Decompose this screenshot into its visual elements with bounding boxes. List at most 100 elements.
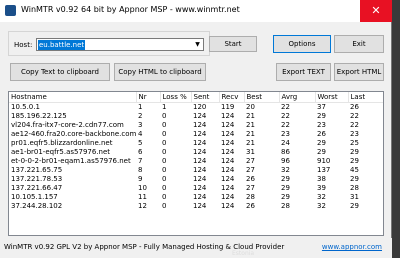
table-cell: 22 [281, 103, 290, 111]
table-cell: 137.221.65.75 [11, 166, 63, 174]
table-cell: 27 [246, 184, 255, 192]
table-cell: 28 [281, 202, 290, 210]
table-cell: 0 [162, 148, 167, 156]
table-cell: 124 [221, 202, 235, 210]
table-cell: 23 [350, 130, 359, 138]
table-row[interactable]: 137.221.65.75 8 0 124 124 27 32 137 45 [9, 166, 383, 175]
table-row[interactable]: 137.221.78.53 9 0 124 124 26 29 38 29 [9, 175, 383, 184]
table-cell: 10.5.0.1 [11, 103, 40, 111]
table-cell: pr01.eqfr5.blizzardonline.net [11, 139, 113, 147]
table-cell: 27 [246, 157, 255, 165]
column-header[interactable]: Hostname [9, 92, 137, 103]
copy-html-button[interactable]: Copy HTML to clipboard [114, 63, 206, 81]
table-cell: 137.221.78.53 [11, 175, 63, 183]
table-cell: 32 [281, 166, 290, 174]
table-cell: 4 [138, 130, 143, 138]
host-combobox[interactable]: eu.battle.net ▼ [36, 38, 204, 51]
table-cell: 7 [138, 157, 143, 165]
table-cell: ae1-br01-eqfr5.as57976.net [11, 148, 111, 156]
column-header[interactable]: Sent [191, 92, 220, 103]
window-title: WinMTR v0.92 64 bit by Appnor MSP - www.… [21, 5, 240, 14]
copy-text-button[interactable]: Copy Text to clipboard [10, 63, 110, 81]
column-header[interactable]: Avrg [279, 92, 316, 103]
table-cell: 119 [221, 103, 235, 111]
table-cell: 29 [317, 139, 326, 147]
table-cell: 10.105.1.157 [11, 193, 58, 201]
start-button[interactable]: Start [209, 36, 257, 52]
column-header[interactable]: Last [348, 92, 383, 103]
column-header[interactable]: Nr [136, 92, 161, 103]
status-bar: WinMTR v0.92 GPL V2 by Appnor MSP - Full… [0, 238, 392, 258]
table-row[interactable]: 10.105.1.157 11 0 124 124 28 29 32 31 [9, 193, 383, 202]
table-cell: 8 [138, 166, 143, 174]
table-cell: 9 [138, 175, 143, 183]
column-header[interactable]: Recv [219, 92, 245, 103]
host-input-value[interactable]: eu.battle.net [38, 40, 86, 50]
table-cell: 137.221.66.47 [11, 184, 63, 192]
title-bar[interactable]: WinMTR v0.92 64 bit by Appnor MSP - www.… [0, 0, 392, 22]
table-cell: 28 [350, 184, 359, 192]
column-header[interactable]: Best [244, 92, 280, 103]
table-cell: 10 [138, 184, 147, 192]
table-cell: 37 [317, 103, 326, 111]
table-row[interactable]: 37.244.28.102 12 0 124 124 26 28 32 29 [9, 202, 383, 211]
options-button[interactable]: Options [273, 35, 331, 53]
table-cell: 20 [246, 103, 255, 111]
export-text-button[interactable]: Export TEXT [276, 63, 331, 81]
table-cell: 0 [162, 184, 167, 192]
table-cell: 32 [317, 193, 326, 201]
table-cell: 26 [246, 175, 255, 183]
table-cell: 29 [317, 112, 326, 120]
table-cell: 124 [221, 130, 235, 138]
table-cell: 124 [193, 175, 207, 183]
table-row[interactable]: pr01.eqfr5.blizzardonline.net 5 0 124 124 21 2… [9, 139, 383, 148]
table-cell: 0 [162, 139, 167, 147]
table-cell: 124 [193, 166, 207, 174]
chevron-down-icon[interactable]: ▼ [192, 39, 203, 50]
table-row[interactable]: vl204.fra-itx7-core-2.cdn77.com 3 0 124 124 2… [9, 121, 383, 130]
table-row[interactable]: ae1-br01-eqfr5.as57976.net 6 0 124 124 31 86 29… [9, 148, 383, 157]
close-window-button[interactable]: ✕ [360, 0, 392, 22]
table-cell: 86 [281, 148, 290, 156]
exit-button[interactable]: Exit [334, 35, 384, 53]
table-cell: 29 [350, 202, 359, 210]
table-cell: 124 [221, 175, 235, 183]
table-cell: 29 [281, 193, 290, 201]
table-header-row: Hostname Nr Loss % Sent Recv Best Avrg Worst Las… [9, 92, 383, 103]
results-table[interactable]: Hostname Nr Loss % Sent Recv Best Avrg Worst Las… [8, 91, 384, 236]
table-cell: 124 [221, 166, 235, 174]
table-row[interactable]: 137.221.66.47 10 0 124 124 27 29 39 28 [9, 184, 383, 193]
table-cell: 0 [162, 193, 167, 201]
appnor-link[interactable]: www.appnor.com [322, 243, 382, 251]
table-cell: 124 [221, 139, 235, 147]
table-cell: 29 [281, 175, 290, 183]
table-cell: 21 [246, 139, 255, 147]
app-icon [5, 5, 16, 16]
table-cell: 0 [162, 157, 167, 165]
table-cell: et-0-0-2-br01-eqam1.as57976.net [11, 157, 131, 165]
table-cell: 21 [246, 112, 255, 120]
table-cell: 120 [193, 103, 207, 111]
column-header[interactable]: Loss % [160, 92, 192, 103]
table-row[interactable]: 10.5.0.1 1 1 120 119 20 22 37 26 [9, 103, 383, 113]
table-cell: 124 [193, 184, 207, 192]
table-cell: 21 [246, 121, 255, 129]
table-row[interactable]: ae12-460.fra20.core-backbone.com 4 0 124 124… [9, 130, 383, 139]
table-cell: 23 [317, 121, 326, 129]
table-cell: 124 [193, 157, 207, 165]
table-cell: 6 [138, 148, 143, 156]
table-cell: 124 [193, 148, 207, 156]
table-cell: 29 [350, 157, 359, 165]
table-cell: 26 [246, 202, 255, 210]
table-cell: 124 [221, 148, 235, 156]
column-header[interactable]: Worst [315, 92, 349, 103]
table-row[interactable]: 185.196.22.125 2 0 124 124 21 22 29 22 [9, 112, 383, 121]
table-row[interactable]: et-0-0-2-br01-eqam1.as57976.net 7 0 124 124 2… [9, 157, 383, 166]
table-cell: 124 [221, 121, 235, 129]
table-cell: 185.196.22.125 [11, 112, 67, 120]
table-cell: 0 [162, 112, 167, 120]
export-html-button[interactable]: Export HTML [334, 63, 384, 81]
table-cell: 5 [138, 139, 143, 147]
table-cell: 124 [193, 193, 207, 201]
table-cell: 11 [138, 193, 147, 201]
